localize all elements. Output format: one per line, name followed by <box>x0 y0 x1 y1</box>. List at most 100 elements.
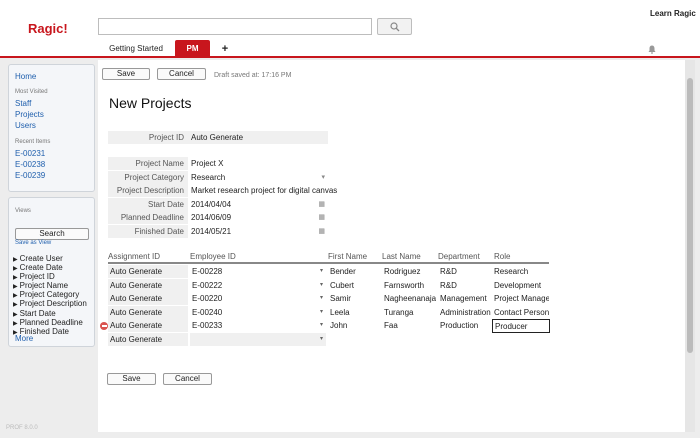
field-project-category: Project Category Research ▾ <box>108 171 328 185</box>
recent-item-e00238[interactable]: E-00238 <box>15 160 45 169</box>
sidebar-item-staff[interactable]: Staff <box>15 99 31 108</box>
start-date-input[interactable]: 2014/04/04 ▦ <box>188 198 328 211</box>
department-cell[interactable]: R&D <box>438 279 492 292</box>
last-name-cell[interactable]: Nagheenanajar <box>382 292 436 305</box>
department-cell[interactable]: R&D <box>438 265 492 278</box>
calendar-icon[interactable]: ▦ <box>318 225 325 238</box>
employee-id-cell[interactable]: E-00228 <box>190 265 326 278</box>
save-button[interactable]: Save <box>102 68 150 80</box>
ragic-logo[interactable]: Ragic! <box>28 21 68 36</box>
field-label: Project Name <box>108 157 188 170</box>
views-search-button[interactable]: Search <box>15 228 89 240</box>
last-name-cell[interactable]: Turanga <box>382 306 436 319</box>
department-cell[interactable]: Administration <box>438 306 492 319</box>
views-panel: Views Search Save as View ▶ Create User ▶… <box>8 197 95 347</box>
table-row: Auto Generate E-00240 ▾ Leela Turanga Ad… <box>108 306 549 320</box>
home-link[interactable]: Home <box>15 72 36 81</box>
bottom-cancel-button[interactable]: Cancel <box>163 373 212 385</box>
last-name-cell[interactable]: Rodriguez <box>382 265 436 278</box>
calendar-icon[interactable]: ▦ <box>318 211 325 224</box>
project-description-input[interactable]: Market research project for digital canv… <box>188 184 338 197</box>
triangle-right-icon: ▶ <box>13 293 18 300</box>
sidebar-item-projects[interactable]: Projects <box>15 110 44 119</box>
field-finished-date: Finished Date 2014/05/21 ▦ <box>108 225 328 239</box>
column-header: Employee ID <box>190 252 236 261</box>
table-row: Auto Generate E-00222 ▾ Cubert Farnswort… <box>108 279 549 293</box>
scrollbar-thumb[interactable] <box>687 78 693 353</box>
bottom-save-button[interactable]: Save <box>107 373 156 385</box>
role-cell[interactable]: Research <box>492 265 549 278</box>
bell-icon[interactable] <box>648 45 656 54</box>
role-cell[interactable]: Contact Person <box>492 306 549 319</box>
column-header: First Name <box>328 252 368 261</box>
triangle-right-icon: ▶ <box>13 302 18 309</box>
first-name-cell[interactable]: Leela <box>328 306 380 319</box>
learn-ragic-link[interactable]: Learn Ragic <box>650 9 696 18</box>
field-value-readonly: Auto Generate <box>188 131 328 144</box>
page-title: New Projects <box>109 95 192 111</box>
table-row: Auto Generate E-00228 ▾ Bender Rodriguez… <box>108 265 549 279</box>
more-link[interactable]: More <box>15 334 33 343</box>
table-row: Auto Generate E-00220 ▾ Samir Nagheenana… <box>108 292 549 306</box>
dropdown-arrow-icon[interactable]: ▾ <box>320 279 323 292</box>
employee-id-cell[interactable]: E-00222 <box>190 279 326 292</box>
employee-id-cell[interactable]: E-00240 <box>190 306 326 319</box>
field-label: Project Description <box>108 184 188 197</box>
dropdown-arrow-icon[interactable]: ▾ <box>320 265 323 278</box>
field-label: Project ID <box>108 131 188 144</box>
assignment-id-cell: Auto Generate <box>108 333 188 346</box>
first-name-cell[interactable]: Bender <box>328 265 380 278</box>
triangle-right-icon: ▶ <box>13 311 18 318</box>
dropdown-arrow-icon[interactable]: ▾ <box>320 319 323 332</box>
field-project-name: Project Name Project X <box>108 157 328 171</box>
first-name-cell[interactable]: Samir <box>328 292 380 305</box>
last-name-cell[interactable]: Faa <box>382 319 436 332</box>
planned-deadline-input[interactable]: 2014/06/09 ▦ <box>188 211 328 224</box>
department-cell[interactable]: Management <box>438 292 492 305</box>
first-name-cell[interactable]: John <box>328 319 380 332</box>
cancel-button[interactable]: Cancel <box>157 68 206 80</box>
employee-id-cell[interactable]: E-00233 <box>190 319 326 332</box>
role-cell[interactable]: Project Manager <box>492 292 549 305</box>
search-button[interactable] <box>377 18 412 35</box>
field-planned-deadline: Planned Deadline 2014/06/09 ▦ <box>108 211 328 225</box>
project-category-select[interactable]: Research ▾ <box>188 171 328 184</box>
assignment-id-cell: Auto Generate <box>108 319 188 332</box>
last-name-cell[interactable]: Farnsworth <box>382 279 436 292</box>
column-header: Last Name <box>382 252 421 261</box>
role-cell[interactable]: Development <box>492 279 549 292</box>
delete-row-icon[interactable] <box>100 322 108 330</box>
tab-pm[interactable]: PM <box>175 40 210 58</box>
dropdown-arrow-icon[interactable]: ▾ <box>321 171 325 184</box>
tab-getting-started[interactable]: Getting Started <box>103 40 169 58</box>
column-header: Assignment ID <box>108 252 161 261</box>
assignment-id-cell: Auto Generate <box>108 265 188 278</box>
employee-id-cell[interactable] <box>190 333 326 346</box>
field-label: Project Category <box>108 171 188 184</box>
add-tab-button[interactable]: + <box>218 40 232 58</box>
department-cell[interactable]: Production <box>438 319 492 332</box>
recent-item-e00239[interactable]: E-00239 <box>15 171 45 180</box>
save-as-view-link[interactable]: Save as View <box>15 240 51 246</box>
date-value: 2014/05/21 <box>191 227 232 236</box>
column-header: Department <box>438 252 480 261</box>
dropdown-arrow-icon[interactable]: ▾ <box>320 306 323 319</box>
assignment-id-cell: Auto Generate <box>108 306 188 319</box>
project-name-input[interactable]: Project X <box>188 157 328 170</box>
search-icon <box>389 21 399 31</box>
sidebar-item-users[interactable]: Users <box>15 121 36 130</box>
employee-id-cell[interactable]: E-00220 <box>190 292 326 305</box>
finished-date-input[interactable]: 2014/05/21 ▦ <box>188 225 328 238</box>
table-row: Auto Generate ▾ <box>108 333 549 347</box>
role-cell-editing[interactable]: Producer <box>492 319 550 333</box>
field-project-description: Project Description Market research proj… <box>108 184 338 198</box>
recent-item-e00231[interactable]: E-00231 <box>15 149 45 158</box>
dropdown-arrow-icon[interactable]: ▾ <box>320 333 323 346</box>
first-name-cell[interactable]: Cubert <box>328 279 380 292</box>
global-search-input[interactable] <box>98 18 372 35</box>
dropdown-arrow-icon[interactable]: ▾ <box>320 292 323 305</box>
field-start-date: Start Date 2014/04/04 ▦ <box>108 198 328 212</box>
calendar-icon[interactable]: ▦ <box>318 198 325 211</box>
view-field-list: ▶ Create User ▶ Create Date ▶ Project ID ▶ P… <box>13 254 87 337</box>
assignment-id-cell: Auto Generate <box>108 279 188 292</box>
